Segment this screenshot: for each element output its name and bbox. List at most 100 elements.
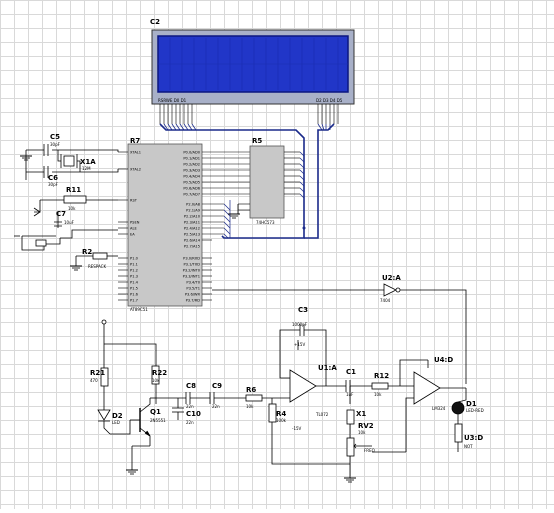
- latch-chip[interactable]: [249, 145, 285, 219]
- value-c6: 30pF: [48, 182, 59, 187]
- label-c3: C3: [298, 306, 308, 314]
- mcu-pin-label: P3.1/TXD: [183, 263, 200, 267]
- transistor-q1[interactable]: [130, 398, 151, 442]
- mcu-pin-label: P2.3/A11: [184, 221, 200, 225]
- part-u2a: 7404: [380, 298, 391, 303]
- label-r22: R22: [152, 369, 167, 377]
- label-r4: R4: [276, 410, 286, 418]
- value-r2: RESPACK: [88, 264, 106, 269]
- label-mcu: R7: [130, 137, 140, 145]
- label-r21: R21: [90, 369, 105, 377]
- mcu-pin-label: P1.1: [130, 263, 138, 267]
- label-u4d: U4:D: [434, 356, 453, 364]
- mcu-pin-label: P3.5/T1: [186, 287, 200, 291]
- mcu-pin-label: XTAL1: [130, 151, 141, 155]
- label-d1: D1: [466, 400, 477, 408]
- mcu-pin-label: P1.6: [130, 293, 139, 297]
- circuit-schematic: C2 R7 R5 C5 C6 X1A R11 C7 R2 U2:A C3 U1:…: [14, 18, 484, 483]
- mcu-pin-label: P1.3: [130, 275, 138, 279]
- value-rv2: 10k: [358, 430, 366, 435]
- label-c6: C6: [48, 174, 58, 182]
- label-c7: C7: [56, 210, 66, 218]
- mcu-pin-label: P3.0/RXD: [183, 257, 200, 261]
- led-d1: [451, 401, 465, 415]
- latch-part: 74HC573: [256, 220, 275, 225]
- label-r2: R2: [82, 248, 92, 256]
- label-u3d: U3:D: [464, 434, 483, 442]
- mcu-pin-label: P2.1/A9: [186, 209, 201, 213]
- mcu-pin-label: P0.7/AD7: [183, 193, 200, 197]
- value-c3: 1000pF: [292, 322, 308, 327]
- value-c10: 22n: [186, 420, 194, 425]
- mcu-pin-label: EA: [130, 233, 135, 237]
- label-c9: C9: [212, 382, 222, 390]
- mcu-pin-label: XTAL2: [130, 168, 141, 172]
- value-c1: 1uF: [346, 392, 354, 397]
- opamp-u4d[interactable]: [413, 371, 441, 405]
- label-d2: D2: [112, 412, 123, 420]
- label-rv2: RV2: [358, 422, 374, 430]
- mcu-pin-label: P0.1/AD1: [183, 157, 200, 161]
- mcu-pin-label: P3.7/RD: [186, 299, 201, 303]
- mcu-pin-label: PSEN: [130, 221, 140, 225]
- mcu-pin-label: P2.2/A10: [184, 215, 201, 219]
- label-c5: C5: [50, 133, 60, 141]
- mcu-pin-label: P1.4: [130, 281, 139, 285]
- label-q1: Q1: [150, 408, 161, 416]
- value-r12: 10k: [374, 392, 382, 397]
- part-x1: FREQ: [364, 448, 375, 453]
- part-u4d: LM324: [432, 406, 446, 411]
- label-x1: X1: [356, 410, 366, 418]
- label-r12: R12: [374, 372, 389, 380]
- led-d2: [97, 400, 111, 435]
- mcu-pin-label: P0.0/AD0: [183, 151, 200, 155]
- mcu-pin-label: P0.4/AD4: [183, 175, 200, 179]
- value-r6: 10k: [246, 404, 254, 409]
- lcd-pins-left: RSRWE D0 D1: [158, 98, 187, 103]
- schematic-canvas: C2 R7 R5 C5 C6 X1A R11 C7 R2 U2:A C3 U1:…: [0, 0, 554, 509]
- mcu-pin-label: P1.0: [130, 257, 139, 261]
- mcu-pin-label: P0.6/AD6: [183, 187, 200, 191]
- opamp-u1a[interactable]: [289, 369, 317, 403]
- mcu-pin-label: P3.2/INT0: [183, 269, 201, 273]
- mcu-pin-label: P3.6/WR: [185, 293, 201, 297]
- part-u3d: NOT: [464, 444, 473, 449]
- label-x1a: X1A: [80, 158, 96, 166]
- mcu-pin-label: P2.0/A8: [186, 203, 201, 207]
- part-d2: LED: [112, 420, 120, 425]
- mcu-pin-label: ALE: [130, 227, 137, 231]
- label-c8: C8: [186, 382, 196, 390]
- label-lcd: C2: [150, 18, 160, 26]
- mcu-pin-label: P1.5: [130, 287, 138, 291]
- value-r11: 10k: [68, 206, 76, 211]
- value-x1a: 12M: [82, 166, 91, 171]
- value-c9: 22n: [212, 404, 220, 409]
- mcu-pin-label: P2.5/A13: [184, 233, 200, 237]
- value-c8: 22n: [186, 404, 194, 409]
- value-r21: 470: [90, 378, 98, 383]
- mcu-pin-label: P2.7/A15: [184, 245, 200, 249]
- lcd-pins-right: D2 D3 D4 D5: [316, 98, 343, 103]
- mcu-pin-label: P0.3/AD3: [183, 169, 200, 173]
- label-u1a: U1:A: [318, 364, 337, 372]
- value-r22: 10k: [152, 378, 160, 383]
- mcu-pin-label: P2.6/A14: [184, 239, 201, 243]
- part-u1a: TL072: [315, 412, 329, 417]
- part-d1: LED-RED: [466, 408, 484, 413]
- value-r4: 100k: [276, 418, 287, 423]
- lcd-display[interactable]: [151, 29, 355, 105]
- supply-vcc: +15V: [294, 342, 305, 347]
- mcu-pin-label: P1.2: [130, 269, 138, 273]
- label-c1: C1: [346, 368, 356, 376]
- mcu-pin-label: P0.5/AD5: [183, 181, 200, 185]
- supply-vee: -15V: [292, 426, 302, 431]
- mcu-pin-label: P3.4/T0: [186, 281, 200, 285]
- label-latch: R5: [252, 137, 262, 145]
- value-c5: 30pF: [50, 142, 61, 147]
- label-r11: R11: [66, 186, 81, 194]
- mcu-pin-label: P2.4/A12: [184, 227, 200, 231]
- crystal-x1a[interactable]: [60, 154, 78, 168]
- inverter-u2a[interactable]: [383, 283, 401, 297]
- mcu-pin-label: P1.7: [130, 299, 138, 303]
- mcu-pin-label: P3.3/INT1: [183, 275, 200, 279]
